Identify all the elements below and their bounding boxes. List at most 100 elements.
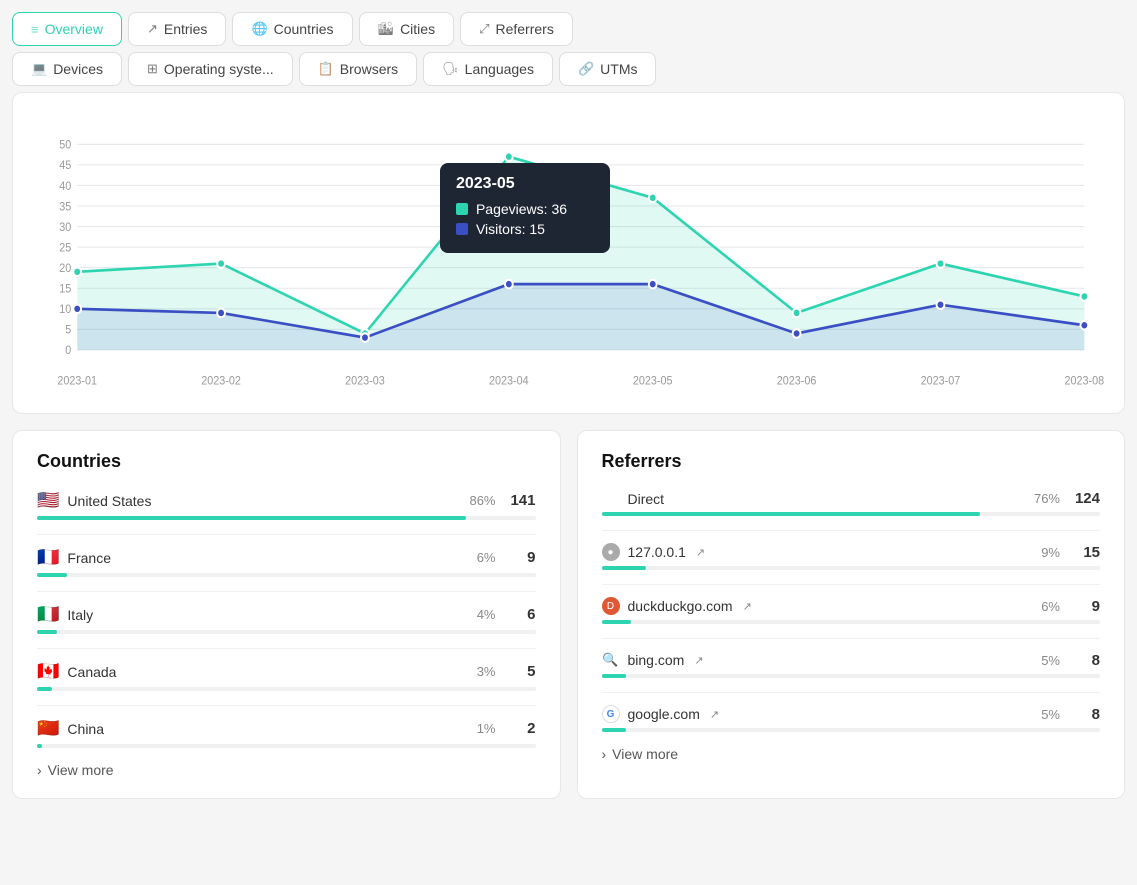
referrers-view-more[interactable]: › View more — [602, 746, 1101, 762]
referrer-count: 124 — [1070, 490, 1100, 507]
country-row-header: 🇫🇷 France 6% 9 — [37, 547, 536, 568]
svg-text:40: 40 — [59, 180, 71, 193]
country-row: 🇮🇹 Italy 4% 6 — [37, 604, 536, 634]
chart-wrap: 051015202530354045502023-012023-022023-0… — [33, 113, 1104, 393]
country-name: United States — [67, 493, 151, 509]
referrer-bar-fill — [602, 620, 632, 624]
languages-label: Languages — [465, 61, 534, 77]
referrer-stats: 9% 15 — [1041, 544, 1100, 561]
referrer-pct: 9% — [1041, 545, 1060, 560]
country-flag: 🇨🇦 — [37, 661, 59, 682]
line-chart: 051015202530354045502023-012023-022023-0… — [33, 113, 1104, 393]
country-flag: 🇨🇳 — [37, 718, 59, 739]
nav-tab-os[interactable]: ⊞Operating syste... — [128, 52, 293, 86]
external-link-icon: ↗ — [710, 708, 719, 721]
svg-text:2023-06: 2023-06 — [777, 375, 817, 388]
country-count: 2 — [506, 720, 536, 737]
countries-label: Countries — [274, 21, 334, 37]
country-bar-fill — [37, 630, 57, 634]
referrers-icon: ⤢ — [479, 21, 489, 37]
referrers-view-more-label: View more — [612, 746, 678, 762]
referrer-bar-bg — [602, 566, 1101, 570]
referrer-name: google.com — [628, 706, 700, 722]
referrer-bar-fill — [602, 728, 627, 732]
referrers-list: Direct 76% 124 ● 127.0.0.1↗ 9% 15 — [602, 490, 1101, 732]
external-link-icon: ↗ — [696, 546, 705, 559]
nav-tab-referrers[interactable]: ⤢Referrers — [460, 12, 573, 46]
country-row: 🇺🇸 United States 86% 141 — [37, 490, 536, 520]
overview-label: Overview — [45, 21, 103, 37]
svg-text:10: 10 — [59, 304, 71, 317]
referrer-row: ● 127.0.0.1↗ 9% 15 — [602, 543, 1101, 570]
country-bar-bg — [37, 630, 536, 634]
country-name: Canada — [67, 664, 116, 680]
external-link-icon: ↗ — [743, 600, 752, 613]
svg-text:2023-02: 2023-02 — [201, 375, 241, 388]
nav-tab-entries[interactable]: ↗ Entries — [128, 12, 226, 46]
country-stats: 4% 6 — [477, 606, 536, 623]
nav-tab-browsers[interactable]: 📋Browsers — [299, 52, 418, 86]
svg-text:25: 25 — [59, 242, 71, 255]
entries-label: Entries — [164, 21, 208, 37]
countries-view-more[interactable]: › View more — [37, 762, 536, 778]
svg-text:5: 5 — [65, 324, 71, 337]
entries-icon: ↗ — [147, 21, 158, 37]
country-label: 🇺🇸 United States — [37, 490, 151, 511]
svg-text:2023-07: 2023-07 — [921, 375, 961, 388]
country-row-header: 🇺🇸 United States 86% 141 — [37, 490, 536, 511]
country-pct: 1% — [477, 721, 496, 736]
nav-tab-utms[interactable]: 🔗UTMs — [559, 52, 657, 86]
referrer-count: 9 — [1070, 598, 1100, 615]
country-bar-fill — [37, 687, 52, 691]
referrer-row-header: D duckduckgo.com ↗ 6% 9 — [602, 597, 1101, 615]
svg-text:15: 15 — [59, 283, 71, 296]
referrer-count: 8 — [1070, 652, 1100, 669]
nav-tab-countries[interactable]: 🌐Countries — [232, 12, 352, 46]
nav-tab-languages[interactable]: 🗣Languages — [423, 52, 553, 86]
referrer-pct: 6% — [1041, 599, 1060, 614]
country-name: France — [67, 550, 111, 566]
referrer-row-header: Direct 76% 124 — [602, 490, 1101, 507]
country-bar-bg — [37, 744, 536, 748]
referrer-bar-fill — [602, 566, 647, 570]
country-count: 5 — [506, 663, 536, 680]
country-bar-bg — [37, 573, 536, 577]
referrer-name: duckduckgo.com — [628, 598, 733, 614]
referrer-pct: 5% — [1041, 653, 1060, 668]
nav-tab-overview[interactable]: ≡Overview — [12, 12, 122, 46]
country-label: 🇨🇦 Canada — [37, 661, 116, 682]
referrer-label: G google.com↗ — [602, 705, 720, 723]
referrer-row-header: G google.com↗ 5% 8 — [602, 705, 1101, 723]
country-pct: 3% — [477, 664, 496, 679]
country-flag: 🇫🇷 — [37, 547, 59, 568]
cities-icon: 🏙 — [378, 21, 395, 37]
countries-list: 🇺🇸 United States 86% 141 🇫🇷 France 6% — [37, 490, 536, 748]
country-pct: 4% — [477, 607, 496, 622]
referrer-pct: 76% — [1034, 491, 1060, 506]
bing-icon: 🔍 — [602, 651, 620, 669]
nav-tab-devices[interactable]: 💻Devices — [12, 52, 122, 86]
referrer-stats: 5% 8 — [1041, 652, 1100, 669]
referrer-name: 127.0.0.1 — [628, 544, 686, 560]
devices-icon: 💻 — [31, 61, 47, 77]
referrer-bar-bg — [602, 620, 1101, 624]
svg-text:0: 0 — [65, 345, 71, 358]
country-flag: 🇮🇹 — [37, 604, 59, 625]
country-count: 9 — [506, 549, 536, 566]
svg-text:2023-01: 2023-01 — [57, 375, 97, 388]
referrers-panel: Referrers Direct 76% 124 ● 127.0.0.1↗ — [577, 430, 1126, 799]
duckduckgo-icon: D — [602, 597, 620, 615]
country-stats: 1% 2 — [477, 720, 536, 737]
referrer-label: Direct — [602, 491, 665, 507]
nav-tab-cities[interactable]: 🏙Cities — [359, 12, 455, 46]
country-count: 6 — [506, 606, 536, 623]
svg-text:35: 35 — [59, 201, 71, 214]
country-label: 🇫🇷 France — [37, 547, 111, 568]
country-stats: 3% 5 — [477, 663, 536, 680]
referrer-row-header: ● 127.0.0.1↗ 9% 15 — [602, 543, 1101, 561]
referrer-bar-bg — [602, 512, 1101, 516]
country-pct: 86% — [469, 493, 495, 508]
nav-row-2: 💻Devices⊞Operating syste...📋Browsers🗣Lan… — [12, 52, 1125, 86]
referrer-label: ● 127.0.0.1↗ — [602, 543, 706, 561]
country-bar-bg — [37, 687, 536, 691]
